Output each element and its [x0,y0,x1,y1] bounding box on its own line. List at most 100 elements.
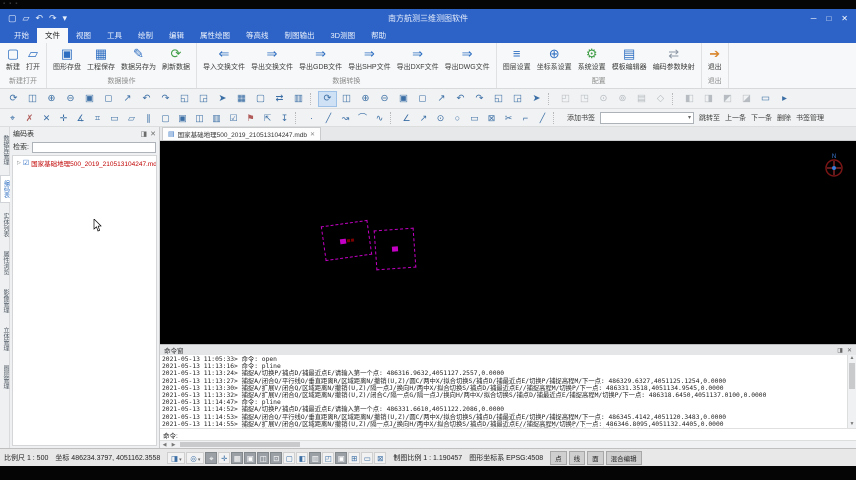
edit-mode-button[interactable]: 混合编辑 [606,451,642,465]
toolbar-icon[interactable]: ▸ [775,91,794,107]
command-window-icon[interactable]: ◨ [837,347,843,354]
scroll-down-icon[interactable]: ▼ [848,421,856,428]
ribbon-button[interactable]: ⚙ 系统设置 [575,44,609,73]
scrollbar-thumb[interactable] [180,442,300,447]
delete-bookmark-button[interactable]: 删除 [777,113,791,123]
status-toggle-button[interactable]: ⊞ [348,452,360,464]
scrollbar-thumb[interactable] [849,363,855,389]
ribbon-button[interactable]: ⇒ 导出DWG文件 [442,44,493,73]
toolbar-icon[interactable]: ∠ [398,110,415,126]
ribbon-button[interactable]: ▦ 工程保存 [84,44,118,73]
status-toggle-button[interactable]: ▥ [309,452,321,464]
toolbar-icon[interactable]: ◲ [508,91,527,107]
window-control-button[interactable]: ─ [811,14,817,23]
status-toggle-button[interactable]: ▦ [231,452,243,464]
toolbar-icon[interactable]: ⊙ [432,110,449,126]
toolbar-icon[interactable]: ▣ [80,91,99,107]
toolbar-icon[interactable]: ⌗ [89,110,106,126]
status-toggle-button[interactable]: ▭ [361,452,373,464]
map-feature-rect-1[interactable] [321,220,372,261]
tree-item[interactable]: ▷ ☑ 国家基础地理500_2019_210513104247.mdb (.. [13,158,156,168]
toolbar-icon[interactable]: ☑ [225,110,242,126]
quick-access-icon[interactable]: ↶ [35,13,43,24]
menu-tab[interactable]: 帮助 [363,28,394,43]
toolbar-icon[interactable]: ▭ [106,110,123,126]
ribbon-button[interactable]: ⊕ 坐标系设置 [534,44,575,73]
toolbar-icon[interactable]: ⊚ [613,91,632,107]
toolbar-icon[interactable]: ⚑ [242,110,259,126]
menu-tab[interactable]: 工具 [99,28,130,43]
bookmark-manager-button[interactable]: 书签管理 [796,113,824,123]
ribbon-button[interactable]: ⇒ 导出DXF文件 [394,44,442,73]
edit-mode-button[interactable]: 线 [569,451,586,465]
menu-tab[interactable]: 等高线 [238,28,277,43]
toolbar-icon[interactable]: ▢ [251,91,270,107]
toolbar-icon[interactable]: ▣ [174,110,191,126]
toolbar-icon[interactable]: ◨ [699,91,718,107]
toolbar-icon[interactable]: ↗ [432,91,451,107]
toolbar-icon[interactable]: · [303,110,320,126]
map-feature-rect-2[interactable] [374,228,417,271]
horizontal-scrollbar[interactable]: ◀ ▶ [160,440,856,448]
tree-expander-icon[interactable]: ▷ [17,160,21,166]
ribbon-button[interactable]: ▣ 图形存盘 [50,44,84,73]
status-toggle-button[interactable]: ✛ [218,452,230,464]
toolbar-icon[interactable]: ▢ [157,110,174,126]
ribbon-button[interactable]: ⟳ 刷新数据 [159,44,193,73]
close-icon[interactable]: ✕ [310,131,315,138]
command-window-icon[interactable]: ✕ [847,347,852,354]
bookmark-combobox[interactable]: ▾ [600,112,694,124]
toolbar-icon[interactable]: ↝ [337,110,354,126]
status-toggle-button[interactable]: ⌖ [205,452,217,464]
status-toggle-button[interactable]: ▢ [283,452,295,464]
status-toggle-button[interactable]: ◧ [296,452,308,464]
quick-access-icon[interactable]: ▾ [63,13,68,24]
toolbar-icon[interactable]: ▥ [208,110,225,126]
toolbar-icon[interactable]: ↧ [276,110,293,126]
scroll-left-icon[interactable]: ◀ [160,442,169,448]
toolbar-icon[interactable]: ∥ [140,110,157,126]
toolbar-icon[interactable]: ◪ [737,91,756,107]
toolbar-icon[interactable]: ∿ [371,110,388,126]
menu-tab[interactable]: 属性绘图 [192,28,238,43]
toolbar-icon[interactable]: ◰ [556,91,575,107]
toolbar-icon[interactable]: ╱ [534,110,551,126]
ribbon-button[interactable]: ▢ 新建 [3,44,23,73]
window-control-button[interactable]: □ [826,14,831,23]
window-control-button[interactable]: ✕ [841,14,848,23]
toolbar-icon[interactable]: ↶ [451,91,470,107]
toolbar-icon[interactable]: ↷ [156,91,175,107]
sidebar-vertical-tab[interactable]: 编码表 [0,175,10,203]
toolbar-icon[interactable] [548,93,554,105]
panel-header-icon[interactable]: ◨ [141,130,148,138]
status-toggle-button[interactable]: ◨ [167,452,185,464]
ribbon-button[interactable]: ▱ 打开 [23,44,43,73]
ribbon-button[interactable]: ⇒ 导出GDB文件 [296,44,345,73]
toolbar-icon[interactable]: ↶ [137,91,156,107]
toolbar-icon[interactable]: ⊕ [42,91,61,107]
document-tab[interactable]: ▤ 国家基础地理500_2019_210513104247.mdb ✕ [162,127,321,140]
toolbar-icon[interactable]: ◱ [489,91,508,107]
toolbar-icon[interactable]: ⟳ [4,91,23,107]
toolbar-icon[interactable]: ○ [449,110,466,126]
command-log[interactable]: 2021-05-13 11:05:33> 命令: open2021-05-13 … [162,356,847,428]
toolbar-icon[interactable]: ▭ [466,110,483,126]
toolbar-icon[interactable] [295,112,301,124]
toolbar-icon[interactable]: ▱ [123,110,140,126]
scroll-up-icon[interactable]: ▲ [848,355,856,362]
ribbon-button[interactable]: ➔ 退出 [705,44,725,73]
toolbar-icon[interactable] [553,112,559,124]
menu-tab[interactable]: 绘制 [130,28,161,43]
toolbar-icon[interactable]: ✂ [500,110,517,126]
toolbar-icon[interactable]: ╱ [320,110,337,126]
quick-access-icon[interactable]: ↷ [49,13,57,24]
toolbar-icon[interactable]: ⇄ [270,91,289,107]
toolbar-icon[interactable]: ➤ [213,91,232,107]
toolbar-icon[interactable]: ↗ [118,91,137,107]
sidebar-vertical-tab[interactable]: 立体管理 [0,323,9,355]
menu-tab[interactable]: 开始 [6,28,37,43]
tree-checkbox[interactable]: ☑ [23,159,29,167]
toolbar-icon[interactable]: ▦ [232,91,251,107]
toolbar-icon[interactable]: ▤ [632,91,651,107]
sidebar-vertical-tab[interactable]: 实体列表 [0,209,9,241]
